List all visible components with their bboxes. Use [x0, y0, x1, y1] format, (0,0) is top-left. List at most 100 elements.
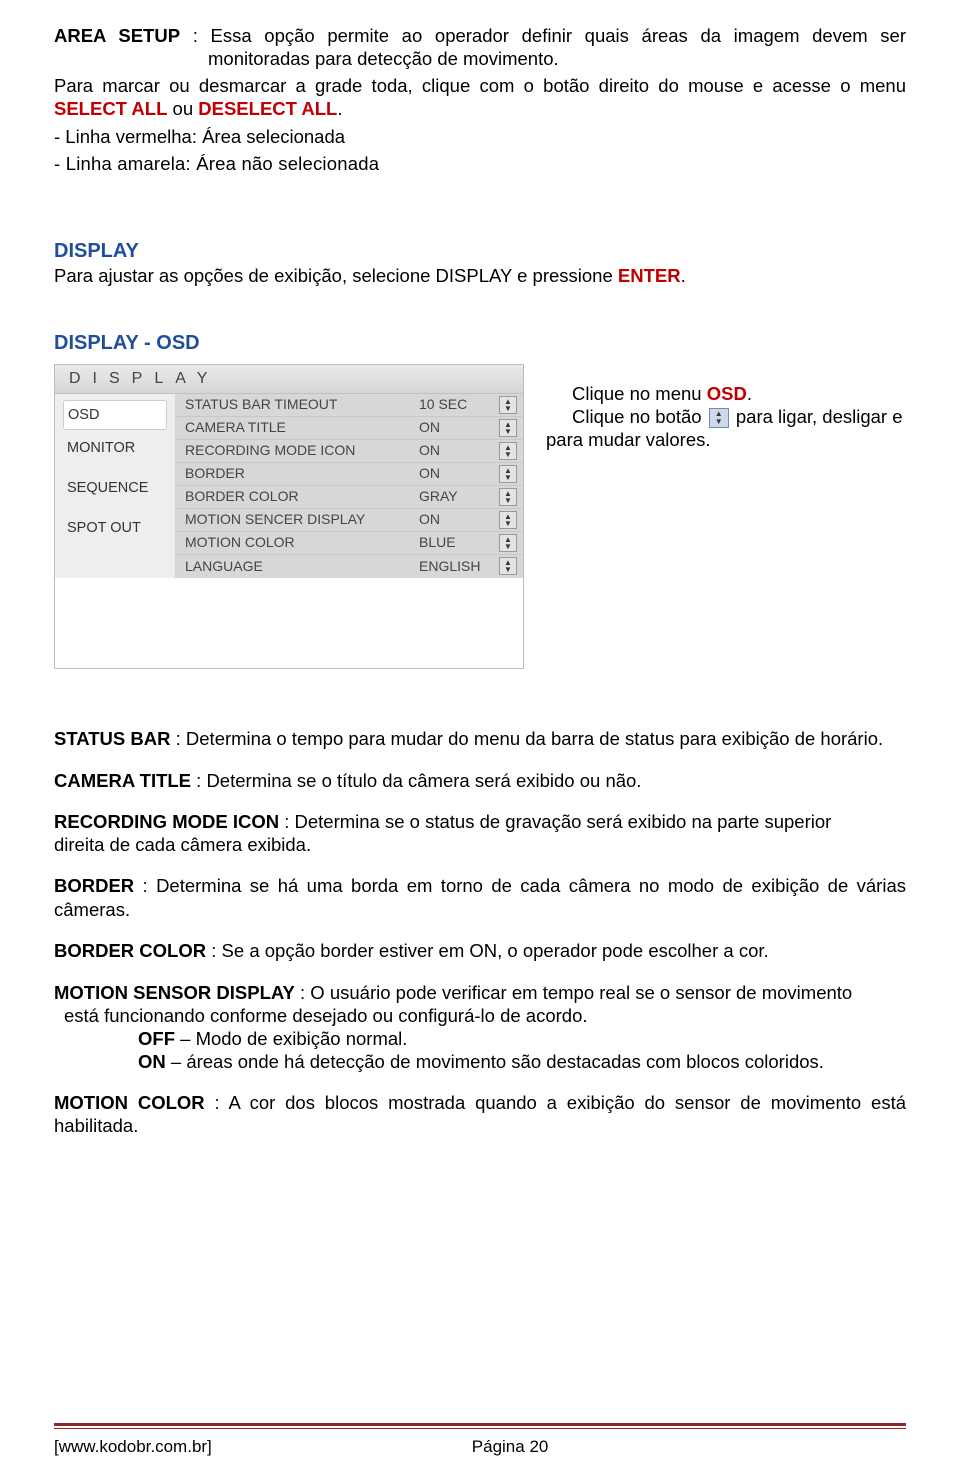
rec-mode-text-b: direita de cada câmera exibida.	[54, 833, 906, 856]
camera-title-term: CAMERA TITLE	[54, 770, 191, 791]
osd-row: DISPLAY OSD MONITOR SEQUENCE SPOT OUT ST…	[54, 364, 906, 669]
osd-body: OSD MONITOR SEQUENCE SPOT OUT STATUS BAR…	[55, 394, 523, 578]
osd-setting-value: GRAY	[419, 488, 499, 506]
osd-setting-label: BORDER	[185, 465, 419, 483]
osd-setting-value: BLUE	[419, 534, 499, 552]
display-intro-a: Para ajustar as opções de exibição, sele…	[54, 265, 618, 286]
deselect-all-label: DESELECT ALL	[198, 98, 337, 119]
def-rec-mode: RECORDING MODE ICON : Determina se o sta…	[54, 810, 906, 856]
osd-nav-osd[interactable]: OSD	[63, 400, 167, 430]
osd-nav-spotout[interactable]: SPOT OUT	[63, 514, 167, 542]
display-osd-heading: DISPLAY - OSD	[54, 331, 906, 356]
osd-nav-monitor[interactable]: MONITOR	[63, 434, 167, 462]
spinner-icon[interactable]: ▲▼	[499, 534, 517, 552]
select-all-label: SELECT ALL	[54, 98, 167, 119]
motion-sensor-term: MOTION SENSOR DISPLAY	[54, 982, 295, 1003]
spinner-icon[interactable]: ▲▼	[499, 465, 517, 483]
area-setup-para2: Para marcar ou desmarcar a grade toda, c…	[54, 74, 906, 120]
spinner-icon[interactable]: ▲▼	[499, 511, 517, 529]
osd-setting-row: RECORDING MODE ICON ON ▲▼	[175, 440, 523, 463]
on-line: ON – áreas onde há detecção de movimento…	[54, 1050, 906, 1073]
osd-side-line2: Clique no botão ▲▼ para ligar, desligar …	[546, 405, 906, 451]
osd-left-nav: OSD MONITOR SEQUENCE SPOT OUT	[55, 394, 175, 578]
camera-title-text: : Determina se o título da câmera será e…	[191, 770, 641, 791]
display-intro-c: .	[681, 265, 686, 286]
osd-setting-row: MOTION COLOR BLUE ▲▼	[175, 532, 523, 555]
area-setup-sep: :	[180, 25, 210, 46]
yellow-line: - Linha amarela: Área não selecionada	[54, 152, 906, 175]
footer-site: [www.kodobr.com.br]	[54, 1436, 212, 1457]
osd-setting-row: STATUS BAR TIMEOUT 10 SEC ▲▼	[175, 394, 523, 417]
on-text: – áreas onde há detecção de movimento sã…	[166, 1051, 824, 1072]
area-setup-t2c: ou	[167, 98, 198, 119]
osd-setting-value: ON	[419, 442, 499, 460]
border-text: : Determina se há uma borda em torno de …	[54, 875, 906, 919]
osd-setting-label: RECORDING MODE ICON	[185, 442, 419, 460]
osd-setting-label: LANGUAGE	[185, 558, 419, 576]
osd-setting-row: BORDER COLOR GRAY ▲▼	[175, 486, 523, 509]
area-setup-para: AREA SETUP : Essa opção permite ao opera…	[54, 24, 906, 70]
osd-setting-row: CAMERA TITLE ON ▲▼	[175, 417, 523, 440]
footer-row: [www.kodobr.com.br] Página 20	[54, 1436, 906, 1457]
osd-panel: DISPLAY OSD MONITOR SEQUENCE SPOT OUT ST…	[54, 364, 524, 669]
osd-side-line1: Clique no menu OSD.	[546, 382, 906, 405]
border-term: BORDER	[54, 875, 134, 896]
red-line: - Linha vermelha: Área selecionada	[54, 125, 906, 148]
area-setup-label: AREA SETUP	[54, 25, 180, 46]
rec-mode-text-a: : Determina se o status de gravação será…	[279, 811, 831, 832]
osd-padding	[55, 578, 523, 668]
display-heading: DISPLAY	[54, 239, 906, 264]
osd-side-text: Clique no menu OSD. Clique no botão ▲▼ p…	[546, 364, 906, 669]
spinner-icon[interactable]: ▲▼	[709, 408, 729, 428]
border-color-term: BORDER COLOR	[54, 940, 206, 961]
osd-side2a: Clique no botão	[546, 406, 707, 427]
spinner-icon[interactable]: ▲▼	[499, 442, 517, 460]
def-motion-color: MOTION COLOR : A cor dos blocos mostrada…	[54, 1091, 906, 1137]
spinner-icon[interactable]: ▲▼	[499, 419, 517, 437]
osd-setting-row: LANGUAGE ENGLISH ▲▼	[175, 555, 523, 578]
osd-setting-label: STATUS BAR TIMEOUT	[185, 396, 419, 414]
area-setup-text1: Essa opção permite ao operador definir q…	[208, 25, 906, 69]
osd-setting-value: ON	[419, 465, 499, 483]
osd-setting-value: 10 SEC	[419, 396, 499, 414]
osd-side1a: Clique no menu	[572, 383, 707, 404]
osd-setting-label: CAMERA TITLE	[185, 419, 419, 437]
osd-setting-row: BORDER ON ▲▼	[175, 463, 523, 486]
rec-mode-term: RECORDING MODE ICON	[54, 811, 279, 832]
osd-nav-sequence[interactable]: SEQUENCE	[63, 474, 167, 502]
def-camera-title: CAMERA TITLE : Determina se o título da …	[54, 769, 906, 792]
status-bar-text: : Determina o tempo para mudar do menu d…	[170, 728, 883, 749]
off-label: OFF	[138, 1028, 175, 1049]
display-intro: Para ajustar as opções de exibição, sele…	[54, 264, 906, 287]
def-motion-sensor: MOTION SENSOR DISPLAY : O usuário pode v…	[54, 981, 906, 1074]
spinner-icon[interactable]: ▲▼	[499, 488, 517, 506]
off-line: OFF – Modo de exibição normal.	[54, 1027, 906, 1050]
border-color-text: : Se a opção border estiver em ON, o ope…	[206, 940, 769, 961]
spinner-icon[interactable]: ▲▼	[499, 557, 517, 575]
area-setup-t2e: .	[337, 98, 342, 119]
status-bar-term: STATUS BAR	[54, 728, 170, 749]
on-label: ON	[138, 1051, 166, 1072]
osd-setting-row: MOTION SENCER DISPLAY ON ▲▼	[175, 509, 523, 532]
osd-side1c: .	[747, 383, 752, 404]
off-text: – Modo de exibição normal.	[175, 1028, 407, 1049]
def-border: BORDER : Determina se há uma borda em to…	[54, 874, 906, 920]
osd-setting-label: MOTION SENCER DISPLAY	[185, 511, 419, 529]
osd-setting-value: ON	[419, 511, 499, 529]
motion-sensor-text-a: : O usuário pode verificar em tempo real…	[295, 982, 852, 1003]
osd-side1b: OSD	[707, 383, 747, 404]
page: AREA SETUP : Essa opção permite ao opera…	[0, 0, 960, 1465]
motion-color-term: MOTION COLOR	[54, 1092, 205, 1113]
osd-panel-title: DISPLAY	[55, 365, 523, 394]
osd-setting-label: MOTION COLOR	[185, 534, 419, 552]
spinner-icon[interactable]: ▲▼	[499, 396, 517, 414]
footer-page: Página 20	[472, 1436, 549, 1457]
osd-setting-value: ENGLISH	[419, 558, 499, 576]
def-status-bar: STATUS BAR : Determina o tempo para muda…	[54, 727, 906, 750]
osd-right-settings: STATUS BAR TIMEOUT 10 SEC ▲▼ CAMERA TITL…	[175, 394, 523, 578]
motion-sensor-text-b: está funcionando conforme desejado ou co…	[54, 1004, 906, 1027]
footer-rules	[54, 1423, 906, 1429]
osd-setting-value: ON	[419, 419, 499, 437]
area-setup-t2a: Para marcar ou desmarcar a grade toda, c…	[54, 75, 906, 96]
enter-label: ENTER	[618, 265, 681, 286]
